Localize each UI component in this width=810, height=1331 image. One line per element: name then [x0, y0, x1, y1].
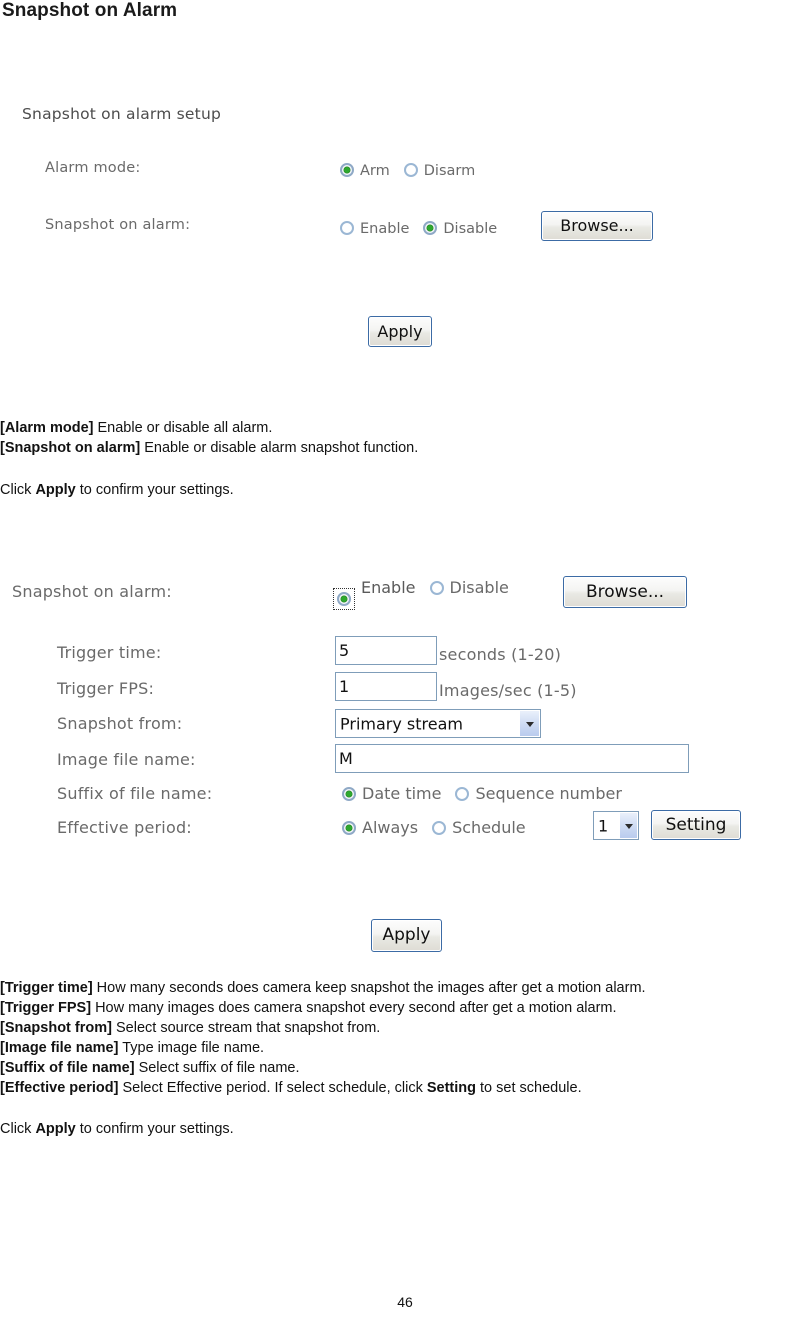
radio-disarm-icon[interactable]: [403, 163, 418, 177]
apply-button-1[interactable]: Apply: [368, 316, 432, 347]
snapshot-from-value: Primary stream: [340, 714, 463, 733]
description1-line1: [Alarm mode] Enable or disable all alarm…: [0, 418, 272, 438]
section1-heading: Snapshot on alarm setup: [22, 105, 222, 123]
description2-line1: [Trigger time] How many seconds does cam…: [0, 978, 646, 998]
description2-line5-term: [Suffix of file name]: [0, 1060, 135, 1076]
description2-line6-term: [Effective period]: [0, 1080, 119, 1096]
radio-option-sequence-number[interactable]: Sequence number: [455, 784, 635, 803]
chevron-down-icon[interactable]: [519, 711, 539, 736]
description1-click-button: Apply: [35, 482, 76, 498]
schedule-select[interactable]: 1: [593, 811, 639, 840]
radio-enable-label-1: Enable: [360, 221, 410, 237]
effective-period-radio-group: Always Schedule: [342, 818, 530, 837]
description2-line5: [Suffix of file name] Select suffix of f…: [0, 1058, 300, 1078]
setting-button[interactable]: Setting: [651, 810, 741, 840]
description2-line2-text: How many images does camera snapshot eve…: [91, 1000, 617, 1016]
radio-option-date-time[interactable]: Date time: [342, 784, 455, 803]
browse-button-2[interactable]: Browse...: [563, 576, 687, 608]
radio-option-disarm[interactable]: Disarm: [403, 163, 489, 179]
radio-schedule-icon[interactable]: [432, 821, 447, 835]
radio-disarm-label: Disarm: [423, 163, 476, 179]
radio-option-disable-1[interactable]: Disable: [423, 221, 511, 237]
radio-disable-icon-2[interactable]: [429, 581, 444, 595]
trigger-fps-hint: Images/sec (1-5): [439, 681, 577, 700]
radio-enable-icon-2[interactable]: [337, 592, 351, 606]
alarm-mode-radio-group: Arm Disarm: [340, 160, 489, 179]
suffix-radio-group: Date time Sequence number: [342, 784, 636, 803]
description2-line6-text-a: Select Effective period. If select sched…: [118, 1080, 427, 1096]
description2-line4-text: Type image file name.: [118, 1040, 265, 1056]
description2-line3-text: Select source stream that snapshot from.: [111, 1020, 381, 1036]
radio-date-time-icon[interactable]: [342, 787, 356, 801]
radio-disable-label-1: Disable: [443, 221, 498, 237]
page-number: 46: [397, 1294, 413, 1310]
description2-line5-text: Select suffix of file name.: [134, 1060, 300, 1076]
trigger-time-hint: seconds (1-20): [439, 645, 562, 664]
description2-click-prefix: Click: [0, 1121, 36, 1137]
label-trigger-time: Trigger time:: [57, 643, 162, 662]
radio-enable-icon-1[interactable]: [340, 221, 354, 235]
description2-line6: [Effective period] Select Effective peri…: [0, 1078, 582, 1098]
description2-line1-text: How many seconds does camera keep snapsh…: [92, 980, 646, 996]
description2-click-button: Apply: [35, 1121, 76, 1137]
description2-line1-term: [Trigger time]: [0, 980, 93, 996]
radio-enable-focus-outline-2[interactable]: [333, 588, 355, 610]
label-snapshot-on-alarm-1: Snapshot on alarm:: [45, 217, 191, 233]
label-image-file-name: Image file name:: [57, 750, 196, 769]
description2-line3-term: [Snapshot from]: [0, 1020, 112, 1036]
snapshot-from-select[interactable]: Primary stream: [335, 709, 541, 738]
radio-arm-icon[interactable]: [340, 163, 354, 177]
radio-option-arm[interactable]: Arm: [340, 163, 404, 179]
description2-line6-bold: Setting: [426, 1080, 476, 1096]
radio-always-icon[interactable]: [342, 821, 356, 835]
description1-line1-term: [Alarm mode]: [0, 420, 94, 436]
radio-arm-label: Arm: [360, 163, 390, 179]
description1-click-line: Click Apply to confirm your settings.: [0, 480, 234, 500]
description2-line6-text-b: to set schedule.: [476, 1080, 582, 1096]
description1-line1-text: Enable or disable all alarm.: [93, 420, 273, 436]
schedule-value: 1: [598, 816, 609, 835]
chevron-down-icon-schedule[interactable]: [619, 813, 637, 838]
radio-enable-label-2: Enable: [361, 578, 416, 597]
description2-line4: [Image file name] Type image file name.: [0, 1038, 264, 1058]
description2-click-suffix: to confirm your settings.: [75, 1121, 234, 1137]
description2-click-line: Click Apply to confirm your settings.: [0, 1119, 234, 1139]
snapshot-on-alarm-radio-group-2: Enable Disable: [333, 578, 523, 610]
trigger-fps-input[interactable]: 1: [335, 672, 437, 701]
label-alarm-mode: Alarm mode:: [45, 160, 141, 176]
radio-option-always[interactable]: Always: [342, 818, 432, 837]
radio-always-label: Always: [362, 818, 419, 837]
snapshot-on-alarm-radio-group-1: Enable Disable: [340, 218, 511, 237]
radio-sequence-number-icon[interactable]: [455, 787, 470, 801]
radio-option-schedule[interactable]: Schedule: [432, 818, 530, 837]
radio-disable-label-2: Disable: [449, 578, 509, 597]
radio-disable-icon-1[interactable]: [423, 221, 438, 235]
label-snapshot-from: Snapshot from:: [57, 714, 183, 733]
radio-option-disable-2[interactable]: Disable: [429, 578, 523, 597]
radio-sequence-number-label: Sequence number: [475, 784, 622, 803]
description2-line2: [Trigger FPS] How many images does camer…: [0, 998, 617, 1018]
description2-line2-term: [Trigger FPS]: [0, 1000, 92, 1016]
image-file-name-input[interactable]: M: [335, 744, 689, 773]
radio-date-time-label: Date time: [362, 784, 442, 803]
page-title: Snapshot on Alarm: [2, 0, 178, 21]
description1-click-suffix: to confirm your settings.: [75, 482, 234, 498]
description1-line2: [Snapshot on alarm] Enable or disable al…: [0, 438, 418, 458]
description1-line2-text: Enable or disable alarm snapshot functio…: [140, 440, 419, 456]
radio-option-enable-1[interactable]: Enable: [340, 221, 423, 237]
label-snapshot-on-alarm-2: Snapshot on alarm:: [12, 582, 172, 601]
description1-line2-term: [Snapshot on alarm]: [0, 440, 141, 456]
apply-button-2[interactable]: Apply: [371, 919, 442, 952]
browse-button-1[interactable]: Browse...: [541, 211, 653, 241]
label-suffix-of-file-name: Suffix of file name:: [57, 784, 213, 803]
label-trigger-fps: Trigger FPS:: [57, 679, 155, 698]
description1-click-prefix: Click: [0, 482, 36, 498]
description2-line3: [Snapshot from] Select source stream tha…: [0, 1018, 380, 1038]
radio-schedule-label: Schedule: [452, 818, 526, 837]
trigger-time-input[interactable]: 5: [335, 636, 437, 665]
label-effective-period: Effective period:: [57, 818, 192, 837]
description2-line4-term: [Image file name]: [0, 1040, 119, 1056]
